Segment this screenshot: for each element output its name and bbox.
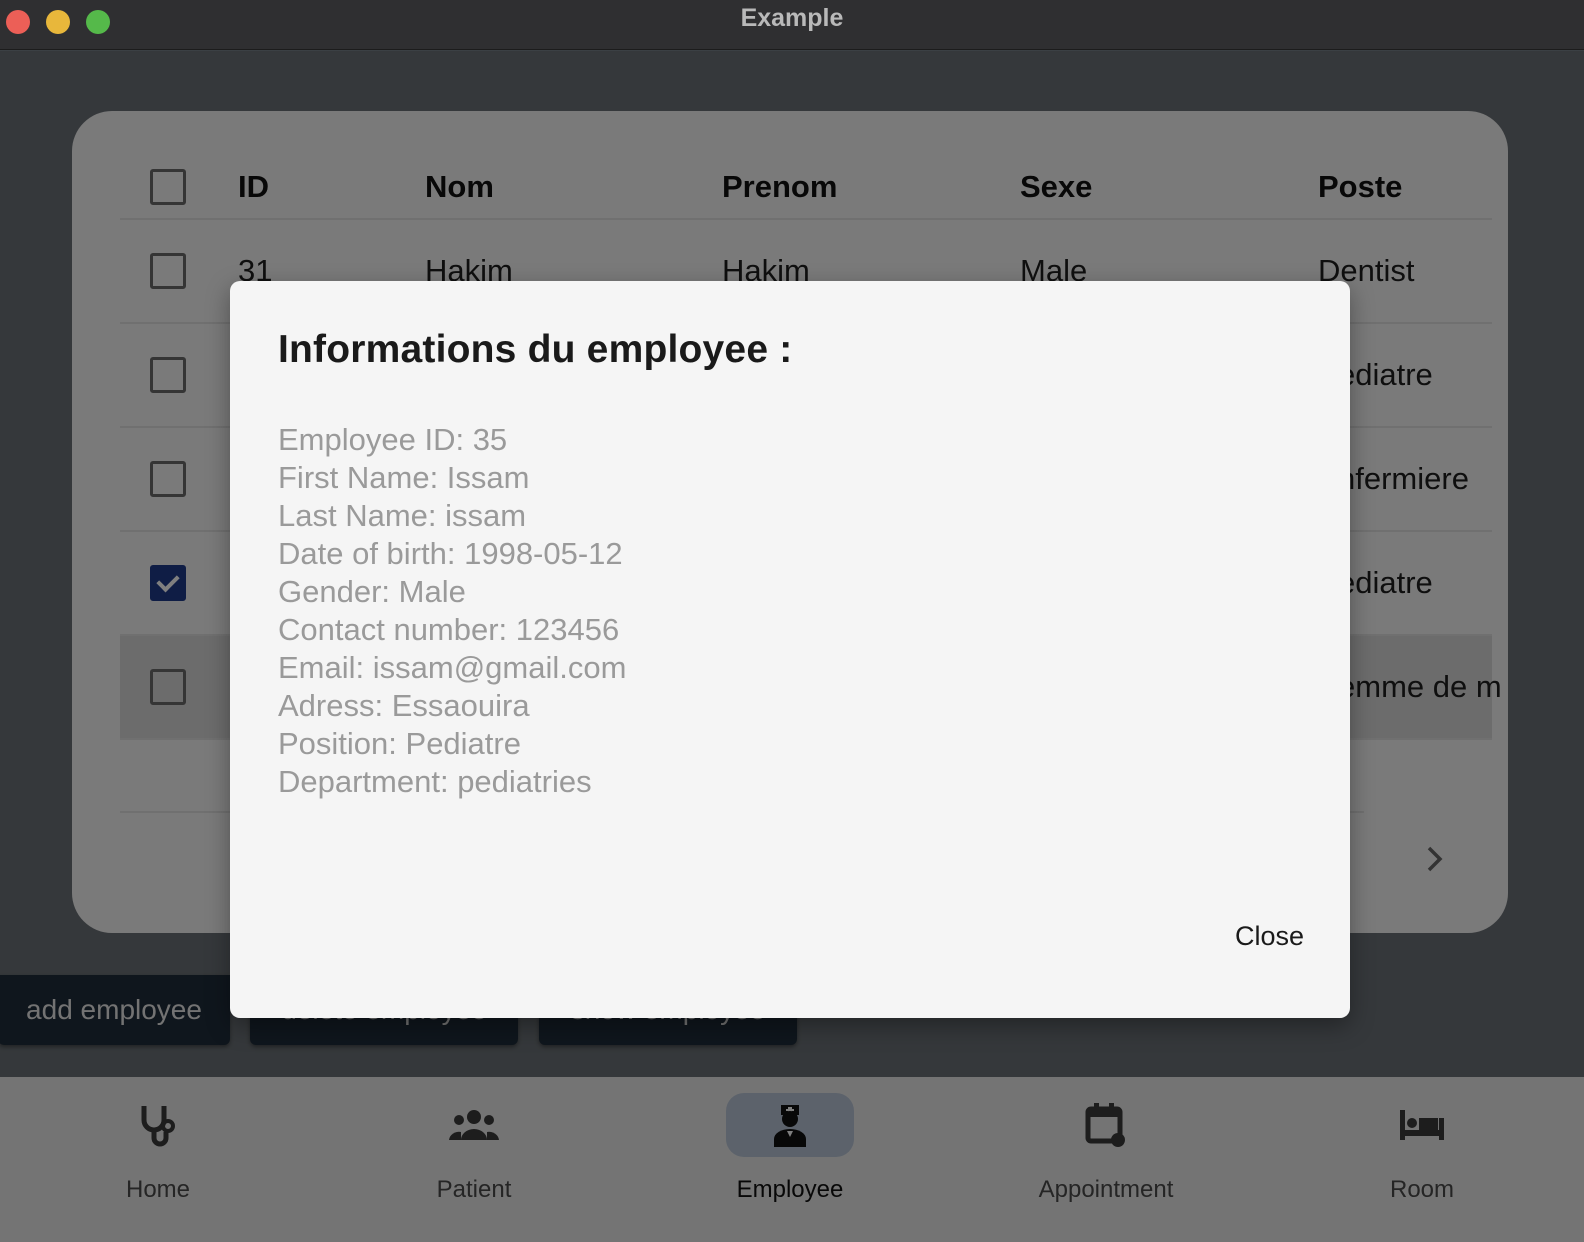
address-text: Adress: Essaouira [278,688,530,723]
employee-info-dialog: Informations du employee : Employee ID: … [230,281,1350,1018]
dialog-body: Employee ID: 35 First Name: Issam Last N… [278,421,626,801]
gender-text: Gender: Male [278,574,466,609]
last-name-text: Last Name: issam [278,498,527,533]
window-titlebar: Example [0,0,1584,50]
dialog-title: Informations du employee : [278,328,793,371]
date-of-birth-text: Date of birth: 1998-05-12 [278,536,623,571]
employee-id-text: Employee ID: 35 [278,422,508,457]
department-text: Department: pediatries [278,764,592,799]
window-title: Example [740,4,844,32]
first-name-text: First Name: Issam [278,460,530,495]
email-text: Email: issam@gmail.com [278,650,627,685]
position-text: Position: Pediatre [278,726,521,761]
contact-number-text: Contact number: 123456 [278,612,620,647]
close-button[interactable]: Close [1229,917,1310,956]
